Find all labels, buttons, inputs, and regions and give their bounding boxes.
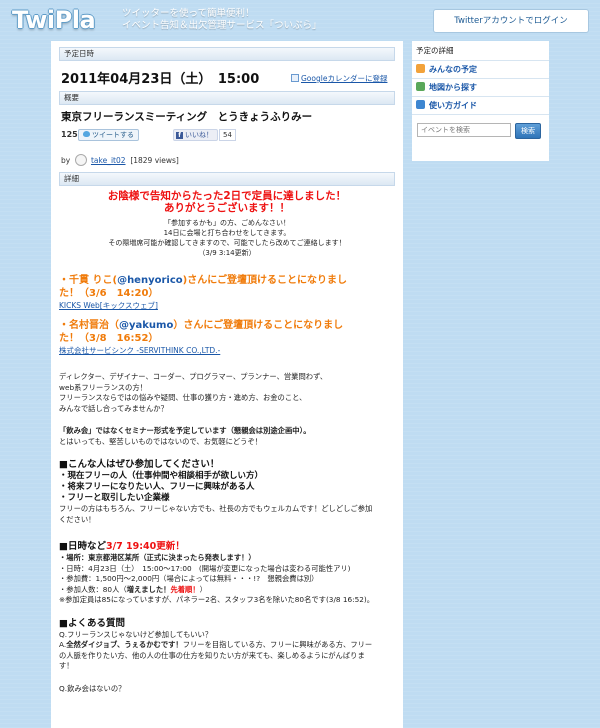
twitter-login-button[interactable]: Twitterアカウントでログイン bbox=[433, 9, 589, 33]
speaker-1-company-link[interactable]: KICKS Web[キックスウェブ] bbox=[59, 300, 395, 311]
twitter-bird-icon bbox=[83, 131, 90, 137]
overview-section-header: 概要 bbox=[59, 91, 395, 105]
date-row: 2011年04月23日（土） 15:00 Googleカレンダーに登録 bbox=[59, 61, 395, 91]
schedule-info-section: ■日時など3/7 19:40更新！ ・場所：東京都港区某所（正式に決まったら発表… bbox=[59, 541, 375, 604]
target-section: ■こんな人はぜひ参加してください！ ・現在フリーの人（仕事仲間や相談相手が欲しい… bbox=[59, 459, 373, 524]
view-count: [1829 views] bbox=[130, 156, 179, 165]
full-capacity-notice: お陰様で告知からたった2日で定員に達しました！ ありがとうございます！！ bbox=[107, 190, 347, 214]
organizer-row: by take_it02 [1829 views] bbox=[61, 154, 179, 166]
speaker-1-handle[interactable]: @henyorico bbox=[117, 275, 183, 286]
like-count: 54 bbox=[219, 129, 236, 141]
sidebar: 予定の詳細 みんなの予定 地図から探す 使い方ガイド 検索 bbox=[412, 41, 549, 161]
facebook-icon: f bbox=[176, 132, 183, 139]
organizer-link[interactable]: take_it02 bbox=[91, 156, 126, 165]
sidebar-item-map-search[interactable]: 地図から探す bbox=[412, 79, 549, 97]
details-section-header: 詳細 bbox=[59, 172, 395, 186]
event-title: 東京フリーランスミーティング とうきょうふりみー bbox=[61, 111, 313, 123]
google-calendar-link[interactable]: Googleカレンダーに登録 bbox=[291, 73, 387, 84]
search-button[interactable]: 検索 bbox=[515, 123, 541, 139]
header: TwiPla ツイッターを使って簡単便利！ イベント告知＆出欠管理サービス「つい… bbox=[0, 0, 600, 40]
sidebar-item-guide[interactable]: 使い方ガイド bbox=[412, 97, 549, 115]
main-content: 予定日時 2011年04月23日（土） 15:00 Googleカレンダーに登録… bbox=[51, 41, 403, 728]
tweet-button[interactable]: ツイートする bbox=[78, 129, 139, 141]
tweet-count: 125 bbox=[61, 130, 78, 139]
twipla-logo[interactable]: TwiPla bbox=[12, 6, 96, 34]
event-date: 2011年04月23日（土） 15:00 bbox=[61, 72, 260, 87]
intro-paragraph: ディレクター、デザイナー、コーダー、プログラマー、プランナー、営業問わず、 we… bbox=[59, 372, 328, 413]
seminar-paragraph: 「飲み会」ではなくセミナー形式を予定しています（懇親会は別途企画中）。 とはいっ… bbox=[59, 426, 311, 446]
waitlist-note: 「参加するかも」の方、ごめんなさい！ 14日に会場と打ち合わせをしてきます。 そ… bbox=[108, 219, 346, 257]
speaker-1-announcement: ・千貫 りこ(@henyorico)さんにご登壇頂けることになりまし た！（3/… bbox=[59, 275, 348, 299]
schedule-section-header: 予定日時 bbox=[59, 47, 395, 61]
sidebar-item-everyone-events[interactable]: みんなの予定 bbox=[412, 61, 549, 79]
search-row: 検索 bbox=[412, 115, 549, 145]
share-row: 125 ツイートする f いいね！ 54 bbox=[59, 129, 395, 146]
speaker-2-company-link[interactable]: 株式会社サービシンク -SERVITHINK CO.,LTD.- bbox=[59, 345, 395, 356]
faq-section: ■よくある質問 Q.フリーランスじゃないけど参加してもいい？ A.全然ダイジョブ… bbox=[59, 617, 373, 693]
facebook-like-button[interactable]: f いいね！ bbox=[173, 129, 218, 141]
speaker-2-handle[interactable]: @yakumo bbox=[119, 320, 173, 331]
organizer-avatar-icon[interactable] bbox=[74, 154, 87, 166]
sidebar-heading: 予定の詳細 bbox=[412, 41, 549, 61]
tagline: ツイッターを使って簡単便利！ イベント告知＆出欠管理サービス「ついぷら」 bbox=[122, 8, 322, 31]
help-icon bbox=[416, 100, 425, 109]
people-icon bbox=[416, 64, 425, 73]
calendar-icon bbox=[291, 74, 299, 82]
map-icon bbox=[416, 82, 425, 91]
speaker-2-announcement: ・名村晋治（@yakumo）さんにご登壇頂けることになりまし た！（3/8 16… bbox=[59, 320, 344, 344]
event-search-input[interactable] bbox=[417, 123, 511, 137]
